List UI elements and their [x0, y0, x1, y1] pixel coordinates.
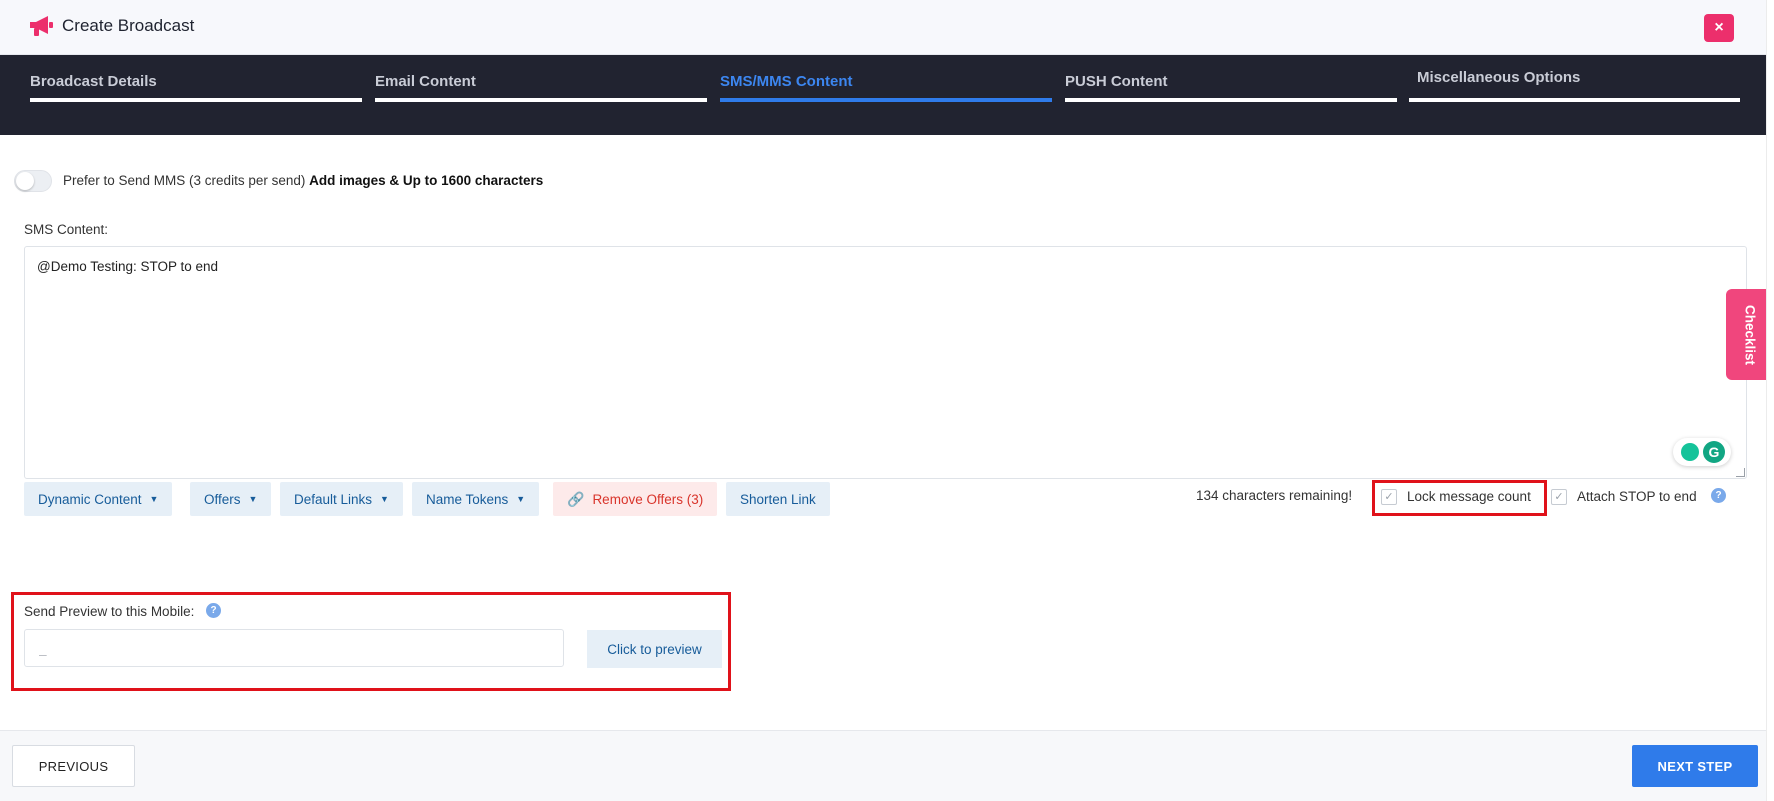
dropdown-label: Default Links	[294, 491, 373, 507]
sms-content-textarea[interactable]	[24, 246, 1747, 479]
tab-label: SMS/MMS Content	[720, 73, 853, 90]
help-icon[interactable]: ?	[1711, 488, 1726, 503]
offers-dropdown[interactable]: Offers ▼	[190, 482, 272, 516]
tab-label: PUSH Content	[1065, 73, 1168, 90]
remove-offers-label: Remove Offers (3)	[592, 491, 704, 507]
step-tabs: Broadcast Details Email Content SMS/MMS …	[0, 55, 1774, 135]
sms-content-label: SMS Content:	[24, 222, 109, 237]
tab-email-content[interactable]: Email Content	[375, 55, 707, 135]
dropdown-label: Offers	[204, 491, 241, 507]
tab-sms-mms-content[interactable]: SMS/MMS Content	[720, 55, 1052, 135]
grammarly-icon: G	[1703, 441, 1725, 463]
preview-label-text: Send Preview to this Mobile:	[24, 604, 195, 619]
chevron-down-icon: ▼	[380, 494, 389, 504]
mms-text: Prefer to Send MMS (3 credits per send)	[63, 173, 306, 188]
click-to-preview-button[interactable]: Click to preview	[587, 630, 722, 668]
megaphone-icon	[30, 16, 53, 36]
tab-underline	[720, 98, 1052, 102]
mms-toggle[interactable]	[14, 170, 52, 192]
tab-broadcast-details[interactable]: Broadcast Details	[30, 55, 362, 135]
tab-underline	[375, 98, 707, 102]
toggle-knob	[16, 172, 34, 190]
preview-mobile-input[interactable]	[24, 629, 564, 667]
modal-title: Create Broadcast	[62, 16, 195, 35]
attach-stop-label: Attach STOP to end	[1577, 489, 1697, 504]
modal-header: Create Broadcast ×	[0, 0, 1774, 55]
next-step-button[interactable]: NEXT STEP	[1632, 745, 1758, 787]
chevron-down-icon: ▼	[248, 494, 258, 504]
mms-bold-text: Add images & Up to 1600 characters	[309, 173, 544, 188]
checklist-label: Checklist	[1742, 304, 1758, 366]
preview-label: Send Preview to this Mobile:	[24, 604, 194, 619]
shorten-link-button[interactable]: Shorten Link	[726, 482, 830, 516]
previous-button[interactable]: PREVIOUS	[12, 745, 135, 787]
lock-message-count-checkbox[interactable]: ✓	[1381, 489, 1397, 505]
tab-miscellaneous-options[interactable]: Miscellaneous Options	[1409, 55, 1740, 135]
grammarly-widget[interactable]: G	[1673, 438, 1731, 466]
tab-underline	[1409, 98, 1740, 102]
name-tokens-dropdown[interactable]: Name Tokens ▼	[412, 482, 540, 516]
dropdown-label: Dynamic Content	[38, 491, 142, 507]
chevron-down-icon: ▼	[149, 494, 159, 504]
chevron-down-icon: ▼	[516, 494, 526, 504]
dynamic-content-dropdown[interactable]: Dynamic Content ▼	[24, 482, 173, 516]
help-icon[interactable]: ?	[206, 603, 221, 618]
shorten-link-label: Shorten Link	[740, 491, 816, 507]
tab-push-content[interactable]: PUSH Content	[1065, 55, 1397, 135]
tab-label: Miscellaneous Options	[1417, 69, 1581, 86]
close-button[interactable]: ×	[1704, 14, 1734, 42]
page-scrollbar[interactable]	[1766, 0, 1774, 801]
tab-label: Broadcast Details	[30, 73, 157, 90]
mms-toggle-label: Prefer to Send MMS (3 credits per send) …	[63, 173, 543, 188]
tab-underline	[1065, 98, 1397, 102]
lock-message-count-label: Lock message count	[1407, 489, 1531, 504]
dropdown-label: Name Tokens	[426, 491, 509, 507]
resize-handle-icon[interactable]	[1736, 468, 1745, 477]
default-links-dropdown[interactable]: Default Links ▼	[280, 482, 403, 516]
tab-underline	[30, 98, 362, 102]
lightbulb-icon	[1681, 443, 1699, 461]
characters-remaining: 134 characters remaining!	[1196, 488, 1353, 503]
tab-label: Email Content	[375, 73, 476, 90]
broken-link-icon: 🔗	[567, 490, 585, 507]
attach-stop-checkbox[interactable]: ✓	[1551, 489, 1567, 505]
modal-footer: PREVIOUS NEXT STEP	[0, 730, 1766, 801]
remove-offers-button[interactable]: 🔗 Remove Offers (3)	[553, 482, 718, 516]
